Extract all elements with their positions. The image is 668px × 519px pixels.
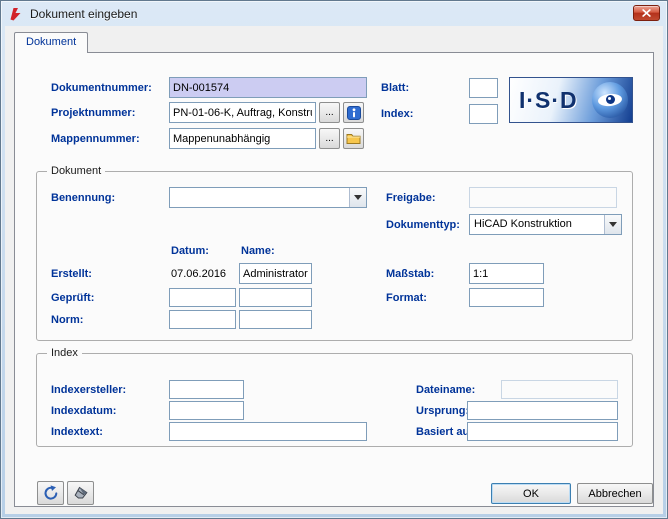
projektnummer-label: Projektnummer:	[51, 107, 135, 120]
refresh-icon	[43, 485, 59, 501]
ursprung-input[interactable]	[467, 401, 618, 420]
index-label: Index:	[381, 108, 413, 121]
format-label: Format:	[386, 292, 427, 305]
norm-name-input[interactable]	[239, 310, 312, 329]
tab-page: Dokumentnummer: Blatt: I·S·D Projektnumm…	[14, 52, 654, 507]
dokumenttyp-dropdown-arrow-icon	[604, 215, 621, 234]
dialog-client: Dokument Dokumentnummer: Blatt: I·S·D Pr…	[5, 26, 663, 514]
eraser-button[interactable]	[67, 481, 94, 505]
tab-label: Dokument	[26, 36, 76, 48]
index-input[interactable]	[469, 104, 498, 124]
indexdatum-input[interactable]	[169, 401, 244, 420]
dokument-group-title: Dokument	[47, 164, 105, 179]
blatt-input[interactable]	[469, 78, 498, 98]
mappennummer-browse-button[interactable]: ...	[319, 128, 340, 149]
isd-logo-text: I·S·D	[519, 87, 578, 114]
window-title: Dokument eingeben	[30, 7, 137, 21]
tab-dokument[interactable]: Dokument	[14, 32, 88, 53]
format-input[interactable]	[469, 288, 544, 307]
ursprung-label: Ursprung:	[416, 405, 469, 418]
cancel-button[interactable]: Abbrechen	[577, 483, 653, 504]
geprueft-datum-input[interactable]	[169, 288, 236, 307]
erstellt-label: Erstellt:	[51, 268, 92, 281]
datum-column-header: Datum:	[171, 245, 209, 258]
erstellt-datum-value: 07.06.2016	[171, 268, 226, 281]
index-group-title: Index	[47, 346, 82, 361]
dialog-window: Dokument eingeben Dokument Dokumentnumme…	[0, 0, 668, 519]
dokumenttyp-select[interactable]: HiCAD Konstruktion	[469, 214, 622, 235]
projektnummer-browse-button[interactable]: ...	[319, 102, 340, 123]
titlebar: Dokument eingeben	[1, 1, 667, 26]
name-column-header: Name:	[241, 245, 275, 258]
ok-button[interactable]: OK	[491, 483, 571, 504]
isd-logo: I·S·D	[509, 77, 633, 123]
isd-eye-icon	[592, 82, 628, 118]
basiert-auf-input[interactable]	[467, 422, 618, 441]
mappennummer-input[interactable]	[169, 128, 316, 149]
dokumentnummer-input[interactable]	[169, 77, 367, 98]
benennung-label: Benennung:	[51, 192, 115, 205]
blatt-label: Blatt:	[381, 82, 409, 95]
eraser-icon	[73, 485, 89, 501]
mappennummer-label: Mappennummer:	[51, 133, 140, 146]
dokumenttyp-label: Dokumenttyp:	[386, 219, 460, 232]
close-button[interactable]	[633, 5, 660, 21]
indexersteller-input[interactable]	[169, 380, 244, 399]
dokumenttyp-value: HiCAD Konstruktion	[474, 218, 601, 230]
geprueft-label: Geprüft:	[51, 292, 94, 305]
indexdatum-label: Indexdatum:	[51, 405, 116, 418]
folder-icon	[346, 132, 361, 145]
dokumentnummer-label: Dokumentnummer:	[51, 82, 152, 95]
geprueft-name-input[interactable]	[239, 288, 312, 307]
norm-datum-input[interactable]	[169, 310, 236, 329]
norm-label: Norm:	[51, 314, 83, 327]
indextext-label: Indextext:	[51, 426, 103, 439]
indextext-input[interactable]	[169, 422, 367, 441]
benennung-dropdown-arrow-icon	[349, 188, 366, 207]
masstab-input[interactable]	[469, 263, 544, 284]
info-icon	[347, 106, 361, 120]
mappennummer-folder-button[interactable]	[343, 128, 364, 149]
projektnummer-info-button[interactable]	[343, 102, 364, 123]
app-icon	[8, 6, 24, 22]
indexersteller-label: Indexersteller:	[51, 384, 126, 397]
erstellt-name-field	[239, 263, 312, 284]
freigabe-label: Freigabe:	[386, 192, 436, 205]
freigabe-field	[469, 187, 617, 208]
dateiname-label: Dateiname:	[416, 384, 475, 397]
close-icon	[642, 9, 651, 17]
benennung-select[interactable]	[169, 187, 367, 208]
projektnummer-input[interactable]	[169, 102, 316, 123]
refresh-button[interactable]	[37, 481, 64, 505]
dateiname-field	[501, 380, 618, 399]
masstab-label: Maßstab:	[386, 268, 434, 281]
